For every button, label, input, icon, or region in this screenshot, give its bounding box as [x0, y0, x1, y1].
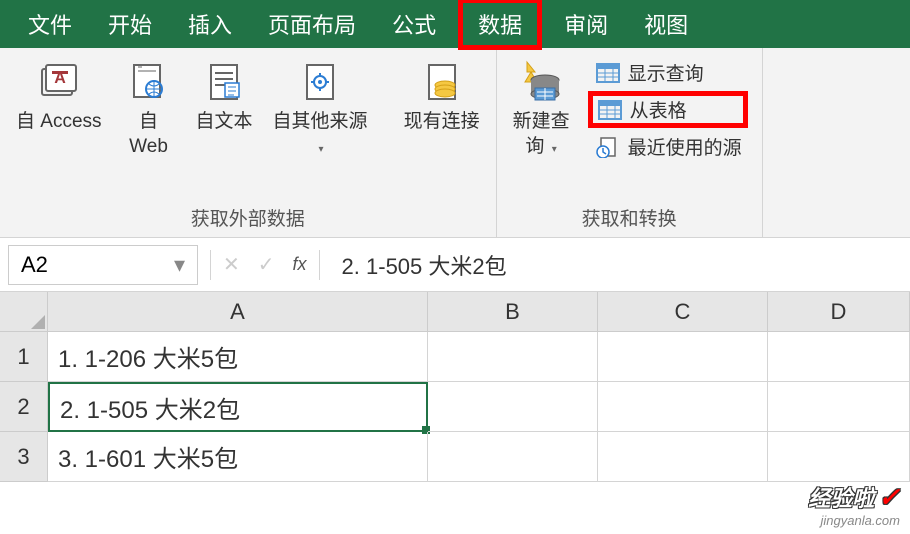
existing-conn-icon [418, 58, 466, 106]
name-box-value: A2 [21, 252, 48, 278]
tab-data[interactable]: 数据 [458, 0, 542, 50]
cell-C1[interactable] [598, 332, 768, 382]
cancel-formula-button[interactable]: ✕ [223, 252, 240, 277]
col-header-A[interactable]: A [48, 292, 428, 332]
col-header-D[interactable]: D [768, 292, 910, 332]
cell-A2[interactable]: 2. 1-505 大米2包 [48, 382, 428, 432]
confirm-formula-button[interactable]: ✓ [258, 252, 275, 277]
existing-conn-button[interactable]: 现有连接 [396, 54, 488, 139]
tab-view[interactable]: 视图 [626, 0, 706, 50]
external-data-group-label: 获取外部数据 [8, 200, 488, 235]
select-all-corner[interactable] [0, 292, 48, 332]
col-header-B[interactable]: B [428, 292, 598, 332]
from-text-button[interactable]: 自文本 [188, 54, 261, 139]
from-table-button[interactable]: 从表格 [588, 91, 748, 128]
tab-review[interactable]: 审阅 [546, 0, 626, 50]
row-header-2[interactable]: 2 [0, 382, 48, 432]
access-icon: A [35, 58, 83, 106]
show-query-label: 显示查询 [628, 59, 704, 86]
formula-input[interactable] [332, 246, 902, 284]
tab-file[interactable]: 文件 [10, 0, 90, 50]
spreadsheet-grid: A B C D 1 1. 1-206 大米5包 2 2. 1-505 大米2包 … [0, 292, 910, 482]
from-access-label: 自 Access [16, 110, 102, 135]
row-header-3[interactable]: 3 [0, 432, 48, 482]
show-query-icon [594, 61, 622, 85]
name-box[interactable]: A2 ▾ [8, 245, 198, 285]
tab-formula[interactable]: 公式 [374, 0, 454, 50]
cell-A1[interactable]: 1. 1-206 大米5包 [48, 332, 428, 382]
transform-group-label: 获取和转换 [505, 200, 754, 235]
fx-icon[interactable]: fx [293, 254, 307, 275]
tab-insert[interactable]: 插入 [170, 0, 250, 50]
formula-bar-row: A2 ▾ ✕ ✓ fx [0, 238, 910, 292]
recent-sources-button[interactable]: 最近使用的源 [588, 130, 748, 163]
col-header-C[interactable]: C [598, 292, 768, 332]
from-web-button[interactable]: 自 Web [114, 54, 184, 163]
from-access-button[interactable]: A 自 Access [8, 54, 110, 139]
from-table-label: 从表格 [630, 96, 687, 123]
chevron-down-icon: ▾ [319, 144, 324, 155]
recent-sources-label: 最近使用的源 [628, 133, 742, 160]
from-table-icon [596, 98, 624, 122]
other-source-icon [296, 58, 344, 106]
row-header-1[interactable]: 1 [0, 332, 48, 382]
chevron-down-icon: ▾ [552, 144, 557, 155]
web-icon [125, 58, 173, 106]
new-query-button[interactable]: 新建查 询 ▾ [505, 54, 578, 163]
watermark-url: jingyanla.com [808, 513, 900, 528]
ribbon: A 自 Access 自 Web 自文本 自其他来源▾ [0, 48, 910, 238]
from-web-label: 自 Web [129, 110, 168, 159]
cell-D3[interactable] [768, 432, 910, 482]
existing-conn-label: 现有连接 [404, 110, 480, 135]
ribbon-group-transform: 新建查 询 ▾ 显示查询 从表格 [497, 48, 763, 237]
cell-D1[interactable] [768, 332, 910, 382]
cell-B2[interactable] [428, 382, 598, 432]
cell-C2[interactable] [598, 382, 768, 432]
check-icon: ✓ [878, 482, 900, 513]
from-other-label: 自其他来源▾ [273, 110, 368, 159]
watermark-text: 经验啦 [808, 481, 874, 513]
cell-C3[interactable] [598, 432, 768, 482]
watermark: 经验啦 ✓ jingyanla.com [808, 481, 900, 528]
text-file-icon [200, 58, 248, 106]
cell-B3[interactable] [428, 432, 598, 482]
tab-layout[interactable]: 页面布局 [250, 0, 374, 50]
from-other-button[interactable]: 自其他来源▾ [265, 54, 376, 163]
new-query-icon [517, 58, 565, 106]
tab-home[interactable]: 开始 [90, 0, 170, 50]
new-query-label: 新建查 询 ▾ [513, 110, 570, 159]
from-text-label: 自文本 [196, 110, 253, 135]
ribbon-group-external-data: A 自 Access 自 Web 自文本 自其他来源▾ [0, 48, 497, 237]
cell-D2[interactable] [768, 382, 910, 432]
chevron-down-icon[interactable]: ▾ [174, 252, 185, 278]
recent-icon [594, 135, 622, 159]
cell-A3[interactable]: 3. 1-601 大米5包 [48, 432, 428, 482]
show-query-button[interactable]: 显示查询 [588, 56, 748, 89]
cell-B1[interactable] [428, 332, 598, 382]
tab-bar: 文件 开始 插入 页面布局 公式 数据 审阅 视图 [0, 0, 910, 48]
